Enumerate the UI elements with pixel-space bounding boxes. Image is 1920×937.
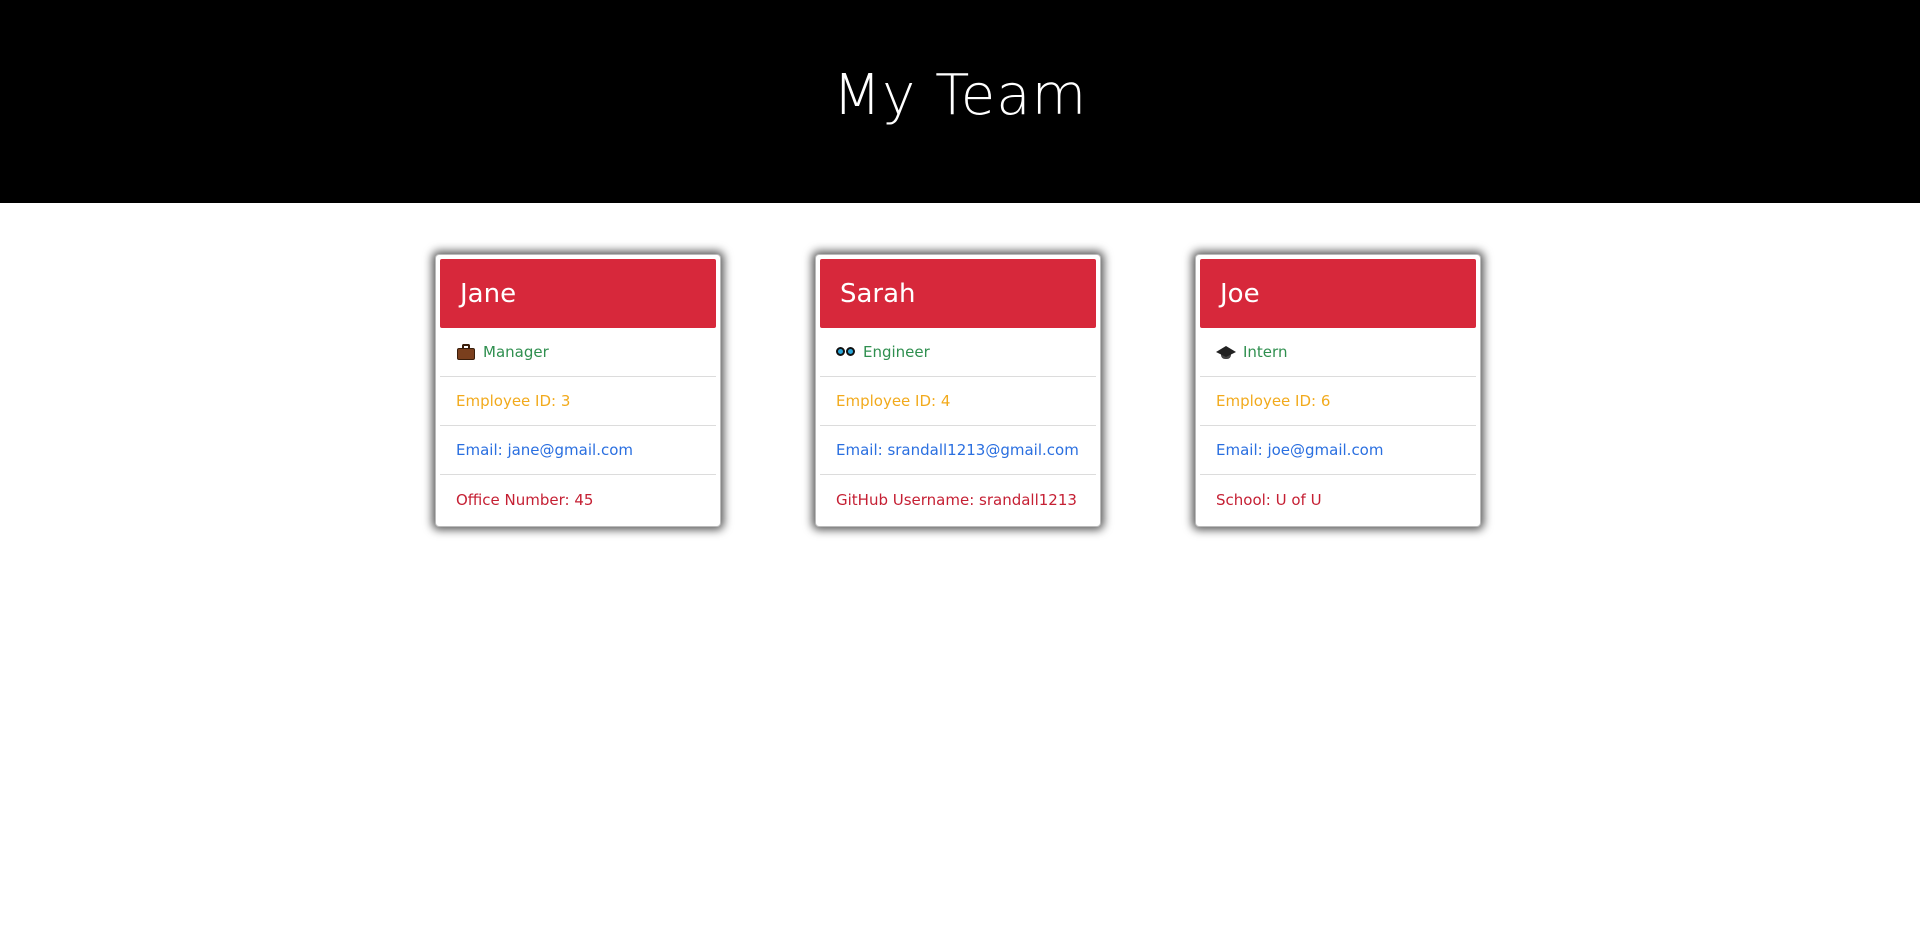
employee-role: Engineer xyxy=(820,328,1096,377)
employee-role: Intern xyxy=(1200,328,1476,377)
goggles-icon xyxy=(836,344,856,360)
employee-role: Manager xyxy=(440,328,716,377)
office-number: Office Number: 45 xyxy=(456,490,594,509)
graduation-cap-icon xyxy=(1216,344,1236,360)
employee-id: Employee ID: 4 xyxy=(820,377,1096,426)
employee-card-sarah: Sarah Engineer Employee ID: 4 Email: sra… xyxy=(815,254,1101,527)
employee-id: Employee ID: 6 xyxy=(1200,377,1476,426)
employee-email-link[interactable]: Email: srandall1213@gmail.com xyxy=(820,426,1096,475)
page-title: My Team xyxy=(832,63,1088,128)
employee-name: Sarah xyxy=(840,278,916,309)
employee-email-link[interactable]: Email: jane@gmail.com xyxy=(440,426,716,475)
team-cards: Jane Manager Employee ID: 3 Email: jane@… xyxy=(0,203,1920,937)
page-header: My Team xyxy=(0,0,1920,203)
employee-card-jane: Jane Manager Employee ID: 3 Email: jane@… xyxy=(435,254,721,527)
briefcase-icon xyxy=(456,344,476,360)
employee-name: Joe xyxy=(1220,278,1260,309)
employee-name: Jane xyxy=(460,278,517,309)
employee-card-joe: Joe Intern Employee ID: 6 Email: joe@gma… xyxy=(1195,254,1481,527)
card-header: Joe xyxy=(1200,259,1476,328)
card-header: Jane xyxy=(440,259,716,328)
employee-id: Employee ID: 3 xyxy=(440,377,716,426)
role-label: Engineer xyxy=(863,343,930,361)
role-label: Manager xyxy=(483,343,549,361)
github-username-link[interactable]: GitHub Username: srandall1213 xyxy=(820,475,1096,524)
card-header: Sarah xyxy=(820,259,1096,328)
school: School: U of U xyxy=(1216,490,1322,509)
employee-email-link[interactable]: Email: joe@gmail.com xyxy=(1200,426,1476,475)
role-label: Intern xyxy=(1243,343,1288,361)
